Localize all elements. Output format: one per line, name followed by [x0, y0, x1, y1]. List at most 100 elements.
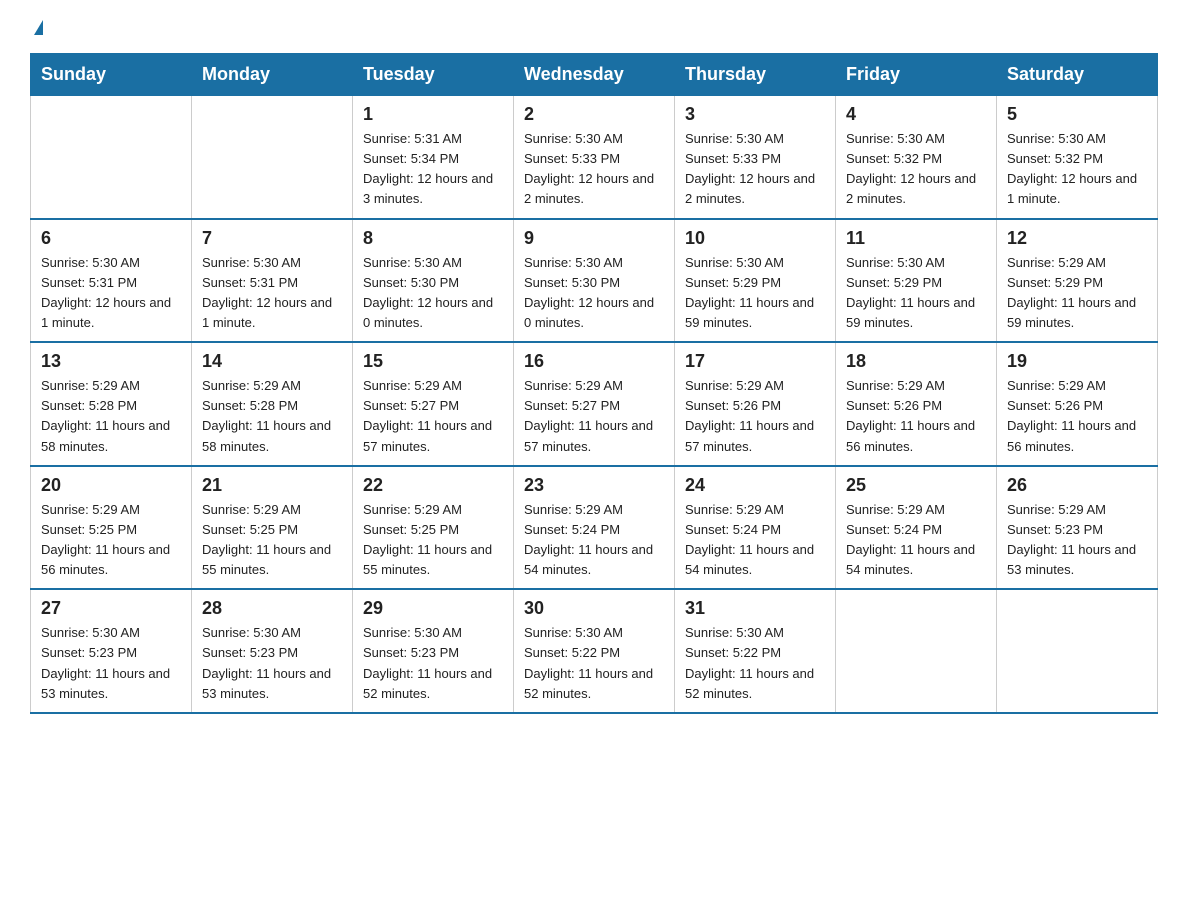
day-info: Sunrise: 5:31 AM Sunset: 5:34 PM Dayligh…: [363, 129, 503, 210]
day-number: 5: [1007, 104, 1147, 125]
day-info: Sunrise: 5:29 AM Sunset: 5:28 PM Dayligh…: [202, 376, 342, 457]
day-info: Sunrise: 5:29 AM Sunset: 5:23 PM Dayligh…: [1007, 500, 1147, 581]
day-number: 2: [524, 104, 664, 125]
calendar-cell: [997, 589, 1158, 713]
calendar-cell: 26 Sunrise: 5:29 AM Sunset: 5:23 PM Dayli…: [997, 466, 1158, 590]
calendar-cell: 15 Sunrise: 5:29 AM Sunset: 5:27 PM Dayli…: [353, 342, 514, 466]
calendar-table: SundayMondayTuesdayWednesdayThursdayFrid…: [30, 53, 1158, 714]
day-info: Sunrise: 5:30 AM Sunset: 5:33 PM Dayligh…: [524, 129, 664, 210]
day-info: Sunrise: 5:29 AM Sunset: 5:25 PM Dayligh…: [41, 500, 181, 581]
calendar-cell: 29Sunrise: 5:30 AM Sunset: 5:23 PM Dayli…: [353, 589, 514, 713]
day-header-thursday: Thursday: [675, 54, 836, 96]
calendar-cell: 27 Sunrise: 5:30 AM Sunset: 5:23 PM Dayli…: [31, 589, 192, 713]
calendar-cell: 13Sunrise: 5:29 AM Sunset: 5:28 PM Dayli…: [31, 342, 192, 466]
day-number: 19: [1007, 351, 1147, 372]
day-number: 24: [685, 475, 825, 496]
calendar-week-row: 27 Sunrise: 5:30 AM Sunset: 5:23 PM Dayli…: [31, 589, 1158, 713]
calendar-cell: 3Sunrise: 5:30 AM Sunset: 5:33 PM Daylig…: [675, 96, 836, 219]
calendar-cell: 21 Sunrise: 5:29 AM Sunset: 5:25 PM Dayli…: [192, 466, 353, 590]
day-header-monday: Monday: [192, 54, 353, 96]
day-number: 12: [1007, 228, 1147, 249]
day-number: 11: [846, 228, 986, 249]
day-number: 1: [363, 104, 503, 125]
day-info: Sunrise: 5:29 AM Sunset: 5:25 PM Dayligh…: [363, 500, 503, 581]
calendar-cell: 1 Sunrise: 5:31 AM Sunset: 5:34 PM Daylig…: [353, 96, 514, 219]
day-header-friday: Friday: [836, 54, 997, 96]
day-number: 27: [41, 598, 181, 619]
calendar-cell: 5 Sunrise: 5:30 AM Sunset: 5:32 PM Daylig…: [997, 96, 1158, 219]
calendar-header-row: SundayMondayTuesdayWednesdayThursdayFrid…: [31, 54, 1158, 96]
day-number: 8: [363, 228, 503, 249]
day-header-sunday: Sunday: [31, 54, 192, 96]
day-number: 22: [363, 475, 503, 496]
calendar-cell: 7Sunrise: 5:30 AM Sunset: 5:31 PM Daylig…: [192, 219, 353, 343]
header: [30, 20, 1158, 37]
calendar-cell: 14 Sunrise: 5:29 AM Sunset: 5:28 PM Dayli…: [192, 342, 353, 466]
calendar-cell: 28 Sunrise: 5:30 AM Sunset: 5:23 PM Dayli…: [192, 589, 353, 713]
calendar-cell: 23 Sunrise: 5:29 AM Sunset: 5:24 PM Dayli…: [514, 466, 675, 590]
day-number: 14: [202, 351, 342, 372]
day-info: Sunrise: 5:30 AM Sunset: 5:31 PM Dayligh…: [41, 253, 181, 334]
calendar-body: 1 Sunrise: 5:31 AM Sunset: 5:34 PM Daylig…: [31, 96, 1158, 713]
calendar-cell: 2 Sunrise: 5:30 AM Sunset: 5:33 PM Daylig…: [514, 96, 675, 219]
day-info: Sunrise: 5:30 AM Sunset: 5:32 PM Dayligh…: [846, 129, 986, 210]
calendar-cell: 9Sunrise: 5:30 AM Sunset: 5:30 PM Daylig…: [514, 219, 675, 343]
calendar-cell: 22 Sunrise: 5:29 AM Sunset: 5:25 PM Dayli…: [353, 466, 514, 590]
calendar-cell: 17 Sunrise: 5:29 AM Sunset: 5:26 PM Dayli…: [675, 342, 836, 466]
day-number: 6: [41, 228, 181, 249]
day-number: 28: [202, 598, 342, 619]
calendar-cell: [836, 589, 997, 713]
calendar-week-row: 1 Sunrise: 5:31 AM Sunset: 5:34 PM Daylig…: [31, 96, 1158, 219]
day-info: Sunrise: 5:29 AM Sunset: 5:24 PM Dayligh…: [846, 500, 986, 581]
calendar-week-row: 20Sunrise: 5:29 AM Sunset: 5:25 PM Dayli…: [31, 466, 1158, 590]
logo-triangle-icon: [34, 20, 43, 35]
calendar-cell: 25Sunrise: 5:29 AM Sunset: 5:24 PM Dayli…: [836, 466, 997, 590]
day-number: 4: [846, 104, 986, 125]
day-info: Sunrise: 5:30 AM Sunset: 5:23 PM Dayligh…: [363, 623, 503, 704]
day-number: 21: [202, 475, 342, 496]
day-info: Sunrise: 5:30 AM Sunset: 5:30 PM Dayligh…: [363, 253, 503, 334]
day-number: 3: [685, 104, 825, 125]
calendar-cell: 31Sunrise: 5:30 AM Sunset: 5:22 PM Dayli…: [675, 589, 836, 713]
day-info: Sunrise: 5:30 AM Sunset: 5:23 PM Dayligh…: [202, 623, 342, 704]
day-number: 31: [685, 598, 825, 619]
calendar-cell: 6 Sunrise: 5:30 AM Sunset: 5:31 PM Daylig…: [31, 219, 192, 343]
day-header-wednesday: Wednesday: [514, 54, 675, 96]
calendar-cell: 12Sunrise: 5:29 AM Sunset: 5:29 PM Dayli…: [997, 219, 1158, 343]
day-header-saturday: Saturday: [997, 54, 1158, 96]
day-number: 16: [524, 351, 664, 372]
day-info: Sunrise: 5:29 AM Sunset: 5:26 PM Dayligh…: [685, 376, 825, 457]
day-number: 17: [685, 351, 825, 372]
calendar-week-row: 13 Sunrise: 5:29 AM Sunset: 5:28 PM Dayli…: [31, 342, 1158, 466]
day-number: 30: [524, 598, 664, 619]
day-info: Sunrise: 5:29 AM Sunset: 5:24 PM Dayligh…: [685, 500, 825, 581]
day-number: 15: [363, 351, 503, 372]
logo-line1: [30, 20, 43, 37]
calendar-cell: [192, 96, 353, 219]
day-number: 13: [41, 351, 181, 372]
day-info: Sunrise: 5:29 AM Sunset: 5:26 PM Dayligh…: [1007, 376, 1147, 457]
calendar-week-row: 6 Sunrise: 5:30 AM Sunset: 5:31 PM Daylig…: [31, 219, 1158, 343]
calendar-cell: 20Sunrise: 5:29 AM Sunset: 5:25 PM Dayli…: [31, 466, 192, 590]
calendar-cell: 30Sunrise: 5:30 AM Sunset: 5:22 PM Dayli…: [514, 589, 675, 713]
day-info: Sunrise: 5:30 AM Sunset: 5:29 PM Dayligh…: [846, 253, 986, 334]
day-info: Sunrise: 5:30 AM Sunset: 5:29 PM Dayligh…: [685, 253, 825, 334]
day-number: 26: [1007, 475, 1147, 496]
day-info: Sunrise: 5:30 AM Sunset: 5:32 PM Dayligh…: [1007, 129, 1147, 210]
day-info: Sunrise: 5:30 AM Sunset: 5:23 PM Dayligh…: [41, 623, 181, 704]
day-info: Sunrise: 5:29 AM Sunset: 5:27 PM Dayligh…: [363, 376, 503, 457]
day-info: Sunrise: 5:29 AM Sunset: 5:24 PM Dayligh…: [524, 500, 664, 581]
calendar-cell: 11 Sunrise: 5:30 AM Sunset: 5:29 PM Dayli…: [836, 219, 997, 343]
logo: [30, 20, 43, 37]
day-number: 9: [524, 228, 664, 249]
calendar-cell: 4 Sunrise: 5:30 AM Sunset: 5:32 PM Daylig…: [836, 96, 997, 219]
day-info: Sunrise: 5:29 AM Sunset: 5:25 PM Dayligh…: [202, 500, 342, 581]
day-number: 10: [685, 228, 825, 249]
calendar-cell: 16 Sunrise: 5:29 AM Sunset: 5:27 PM Dayli…: [514, 342, 675, 466]
calendar-cell: 18Sunrise: 5:29 AM Sunset: 5:26 PM Dayli…: [836, 342, 997, 466]
day-info: Sunrise: 5:29 AM Sunset: 5:27 PM Dayligh…: [524, 376, 664, 457]
calendar-cell: 8 Sunrise: 5:30 AM Sunset: 5:30 PM Daylig…: [353, 219, 514, 343]
day-number: 23: [524, 475, 664, 496]
calendar-cell: 24 Sunrise: 5:29 AM Sunset: 5:24 PM Dayli…: [675, 466, 836, 590]
day-info: Sunrise: 5:29 AM Sunset: 5:26 PM Dayligh…: [846, 376, 986, 457]
